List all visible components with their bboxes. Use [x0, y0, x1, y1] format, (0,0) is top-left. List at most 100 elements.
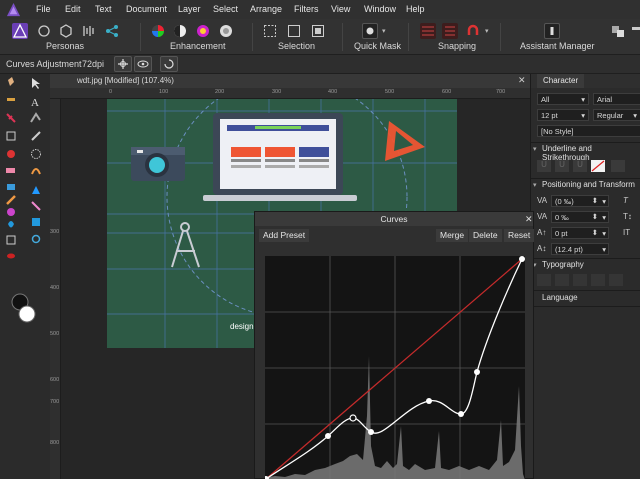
auto-contrast-icon[interactable] [172, 23, 188, 39]
menu-document[interactable]: Document [126, 4, 167, 14]
menu-layer[interactable]: Layer [178, 4, 201, 14]
app-logo-icon[interactable] [6, 2, 21, 17]
close-document-icon[interactable]: ✕ [518, 75, 526, 86]
chevron-down-icon: ▾ [602, 245, 606, 254]
strikethrough-button[interactable]: U [573, 160, 587, 172]
tone-mapping-persona-icon[interactable] [81, 23, 97, 39]
hand-tool-icon [8, 77, 14, 86]
arrange-icon[interactable] [610, 23, 626, 39]
deselect-icon[interactable] [286, 23, 302, 39]
font-size-field[interactable]: 12 pt ▾ [537, 109, 589, 121]
toolbar-divider [500, 23, 501, 51]
delete-button[interactable]: Delete [469, 229, 502, 242]
pen-tool-icon [30, 112, 41, 123]
invert-selection-icon[interactable] [310, 23, 326, 39]
selection-label: Selection [278, 41, 316, 51]
menu-file[interactable]: File [36, 4, 51, 14]
typography-button[interactable] [537, 274, 551, 286]
font-scope-dropdown[interactable]: All ▾ [537, 93, 589, 105]
no-color-swatch[interactable] [591, 160, 605, 172]
auto-colors-icon[interactable] [195, 23, 211, 39]
typography-buttons [537, 274, 637, 288]
stepper-icon[interactable]: ⬍ [592, 228, 598, 237]
tracking-field[interactable]: 0 ‰ ⬍ ▾ [551, 211, 609, 223]
view-icon[interactable] [134, 56, 152, 72]
typography-button[interactable] [573, 274, 587, 286]
eraser-tool-icon [6, 168, 15, 173]
curves-graph[interactable] [263, 256, 525, 479]
character-panel: Character All ▾ Arial 12 pt ▾ Regular ▾ … [530, 74, 640, 479]
kerning-field[interactable]: (0 ‰) ⬍ ▾ [551, 195, 609, 207]
dodge-tool-icon [7, 208, 15, 216]
magnet-icon[interactable] [465, 23, 481, 39]
laptop-illustration [203, 113, 357, 201]
section-divider [531, 142, 640, 143]
snapping-options-icon[interactable] [442, 23, 458, 39]
font-family-field[interactable]: Arial [593, 93, 640, 105]
align-icon[interactable] [630, 23, 640, 39]
close-icon[interactable]: ✕ [525, 214, 533, 225]
chevron-down-icon[interactable]: ▾ [533, 145, 537, 153]
flood-select-icon [31, 168, 41, 175]
select-all-icon[interactable] [262, 23, 278, 39]
merge-button[interactable]: Merge [436, 229, 469, 242]
curve-point [474, 369, 480, 375]
vertical-scale-icon: T↕ [623, 212, 632, 221]
menu-window[interactable]: Window [364, 4, 396, 14]
section-divider [531, 178, 640, 179]
document-tab-title: wdt.jpg [Modified] (107.4%) [77, 76, 174, 85]
develop-persona-icon[interactable] [58, 23, 74, 39]
menu-arrange[interactable]: Arrange [250, 4, 282, 14]
photo-persona-icon[interactable] [12, 23, 28, 39]
snapping-dropdown-icon[interactable]: ▾ [485, 27, 489, 35]
typography-button[interactable] [609, 274, 623, 286]
typography-button[interactable] [555, 274, 569, 286]
move-icon[interactable] [114, 56, 132, 72]
underline-option-button[interactable] [611, 160, 625, 172]
double-underline-button[interactable]: U [555, 160, 569, 172]
vertical-ruler: 300 400 500 600 700 800 [50, 99, 61, 479]
font-family-value: Arial [597, 95, 613, 104]
stepper-icon[interactable]: ⬍ [592, 212, 598, 221]
liquify-persona-icon[interactable] [36, 23, 52, 39]
ruler-tick: 500 [50, 331, 60, 337]
quick-mask-label: Quick Mask [354, 41, 402, 51]
curve-point [325, 433, 331, 439]
menu-view[interactable]: View [331, 4, 350, 14]
leading-field[interactable]: (12.4 pt) ▾ [551, 243, 609, 255]
reset-button[interactable]: Reset [504, 229, 535, 242]
snapping-grid-icon[interactable] [420, 23, 436, 39]
section-language[interactable]: Language [542, 293, 578, 302]
section-typography[interactable]: Typography [542, 260, 584, 269]
baseline-value: 0 pt [555, 229, 568, 238]
underline-button[interactable]: U [537, 160, 551, 172]
document-tab[interactable]: wdt.jpg [Modified] (107.4%) ✕ [50, 74, 530, 88]
kerning-icon: VA [537, 196, 548, 205]
menu-filters[interactable]: Filters [294, 4, 319, 14]
ruler-tick: 600 [50, 377, 60, 383]
font-scope-value: All [541, 95, 550, 104]
chevron-down-icon[interactable]: ▾ [533, 181, 537, 189]
font-style-field[interactable]: Regular ▾ [593, 109, 640, 121]
ruler-tick: 100 [159, 89, 169, 95]
menu-edit[interactable]: Edit [65, 4, 81, 14]
typography-button[interactable] [591, 274, 605, 286]
menu-select[interactable]: Select [213, 4, 238, 14]
baseline-field[interactable]: 0 pt ⬍ ▾ [551, 227, 609, 239]
add-preset-button[interactable]: Add Preset [259, 229, 310, 242]
section-positioning[interactable]: Positioning and Transform [542, 180, 635, 189]
menu-help[interactable]: Help [406, 4, 425, 14]
stepper-icon[interactable]: ⬍ [592, 196, 598, 205]
export-persona-icon[interactable] [104, 23, 120, 39]
auto-levels-icon[interactable] [150, 23, 166, 39]
style-field[interactable]: [No Style] [537, 125, 640, 137]
rotate-icon[interactable] [160, 56, 178, 72]
selection-brush-icon [7, 150, 15, 158]
menu-text[interactable]: Text [95, 4, 112, 14]
auto-white-balance-icon[interactable] [218, 23, 234, 39]
quick-mask-dropdown-icon[interactable]: ▾ [382, 27, 386, 35]
quick-mask-icon[interactable] [362, 23, 378, 39]
tab-character[interactable]: Character [537, 74, 585, 88]
assistant-icon[interactable] [544, 23, 560, 39]
context-toolbar: Curves Adjustment 72dpi [0, 55, 640, 74]
